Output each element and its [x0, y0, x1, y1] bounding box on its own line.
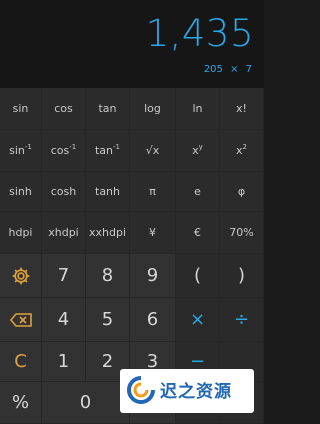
watermark-icon [127, 376, 155, 404]
sci-key-1-5[interactable]: x2 [220, 130, 264, 172]
settings-button[interactable] [0, 254, 42, 298]
digit-4-button[interactable]: 4 [42, 298, 86, 342]
sci-key-1-2[interactable]: tan -1 [86, 130, 130, 172]
sci-key-superscript: 2 [242, 142, 247, 151]
digit-0-button[interactable]: 0 [42, 382, 130, 424]
sci-key-label: ¥ [149, 226, 156, 239]
sci-key-1-4[interactable]: xy [176, 130, 220, 172]
sci-key-label: sin [12, 102, 29, 115]
sci-key-1-0[interactable]: sin -1 [0, 130, 42, 172]
sci-key-label: cos [50, 144, 70, 157]
gear-icon [12, 267, 29, 284]
sci-key-2-5[interactable]: φ [220, 172, 264, 212]
sci-key-label: tanh [95, 185, 120, 198]
sci-key-0-3[interactable]: log [130, 88, 176, 130]
sci-key-label: tan [94, 144, 114, 157]
digit-7-button[interactable]: 7 [42, 254, 86, 298]
sci-key-0-5[interactable]: x! [220, 88, 264, 130]
sci-key-3-1[interactable]: xhdpi [42, 212, 86, 254]
sci-key-0-2[interactable]: tan [86, 88, 130, 130]
sci-key-label: € [194, 226, 201, 239]
sci-key-label: xxhdpi [88, 226, 126, 239]
sci-key-label: ln [192, 102, 203, 115]
percent-button[interactable]: % [0, 382, 42, 424]
sci-key-label: tan [98, 102, 117, 115]
sci-key-label: hdpi [8, 226, 33, 239]
close-paren-button[interactable]: ) [220, 254, 264, 298]
sci-key-1-1[interactable]: cos -1 [42, 130, 86, 172]
sci-key-2-3[interactable]: π [130, 172, 176, 212]
backspace-button[interactable] [0, 298, 42, 342]
sci-key-2-2[interactable]: tanh [86, 172, 130, 212]
sci-key-1-3[interactable]: √x [130, 130, 176, 172]
sci-key-label: cos [54, 102, 73, 115]
sci-key-3-0[interactable]: hdpi [0, 212, 42, 254]
sci-key-2-0[interactable]: sinh [0, 172, 42, 212]
digit-8-button[interactable]: 8 [86, 254, 130, 298]
sci-key-label: π [149, 185, 156, 198]
sci-key-3-3[interactable]: ¥ [130, 212, 176, 254]
digit-5-button[interactable]: 5 [86, 298, 130, 342]
multiply-button[interactable]: × [176, 298, 220, 342]
sci-key-3-5[interactable]: 70% [220, 212, 264, 254]
backspace-icon [9, 312, 32, 327]
digit-6-button[interactable]: 6 [130, 298, 176, 342]
clear-button[interactable]: C [0, 342, 42, 382]
sci-key-3-4[interactable]: € [176, 212, 220, 254]
sci-key-superscript: -1 [113, 142, 120, 151]
sci-key-label: log [144, 102, 161, 115]
sci-key-label: e [194, 185, 201, 198]
sci-key-2-4[interactable]: e [176, 172, 220, 212]
sci-key-superscript: -1 [24, 142, 32, 151]
expression-text: 205 × 7 [203, 64, 252, 75]
watermark-text: 迟之资源 [160, 382, 232, 402]
open-paren-button[interactable]: ( [176, 254, 220, 298]
sci-key-superscript: -1 [69, 142, 77, 151]
sci-key-label: φ [237, 185, 246, 198]
sci-key-0-1[interactable]: cos [42, 88, 86, 130]
sci-key-label: xhdpi [48, 226, 79, 239]
divide-button[interactable]: ÷ [220, 298, 264, 342]
sci-key-2-1[interactable]: cosh [42, 172, 86, 212]
watermark-logo: 迟之资源 [120, 369, 254, 413]
sci-key-label: x! [236, 102, 247, 115]
sci-key-label: sinh [9, 185, 32, 198]
digit-9-button[interactable]: 9 [130, 254, 176, 298]
sci-key-label: sin [9, 144, 25, 157]
result-text: 1,435 [145, 12, 254, 55]
calculator-display: 1,435 205 × 7 [0, 0, 264, 88]
sci-key-0-0[interactable]: sin [0, 88, 42, 130]
sci-key-label: 70% [229, 226, 254, 239]
sci-key-3-2[interactable]: xxhdpi [86, 212, 130, 254]
sci-key-label: √x [145, 144, 160, 157]
digit-1-button[interactable]: 1 [42, 342, 86, 382]
sci-key-superscript: y [198, 142, 203, 151]
sci-key-label: cosh [50, 185, 77, 198]
sci-key-0-4[interactable]: ln [176, 88, 220, 130]
